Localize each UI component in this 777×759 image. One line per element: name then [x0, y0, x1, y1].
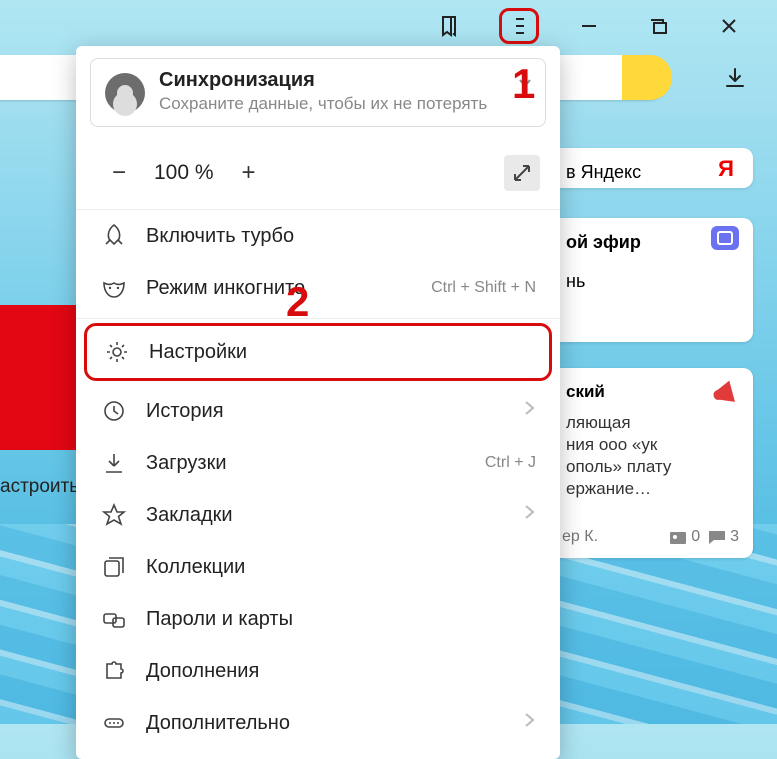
- menu-item-label: Включить турбо: [146, 225, 294, 248]
- restore-button[interactable]: [639, 8, 679, 44]
- sync-title: Синхронизация: [159, 69, 509, 92]
- menu-item-shortcut: Ctrl + J: [485, 454, 536, 472]
- menu-item-label: Коллекции: [146, 556, 245, 579]
- menu-item-puzzle[interactable]: Дополнения: [76, 645, 560, 697]
- widget-label: в Яндекс: [566, 162, 641, 182]
- zoom-in-button[interactable]: +: [236, 160, 262, 186]
- partial-text: астроить: [0, 476, 79, 498]
- menu-item-collections[interactable]: Коллекции: [76, 541, 560, 593]
- menu-item-star[interactable]: Закладки: [76, 489, 560, 541]
- red-panel: [0, 305, 80, 450]
- yandex-logo-icon: Я: [713, 156, 739, 182]
- rocket-icon: [100, 222, 128, 250]
- menu-item-clock[interactable]: История: [76, 385, 560, 437]
- main-menu-dropdown: Синхронизация Сохраните данные, чтобы их…: [76, 46, 560, 759]
- menu-item-label: Дополнительно: [146, 712, 290, 735]
- callout-2: 2: [286, 278, 309, 326]
- widget-text: нь: [566, 271, 735, 292]
- chevron-right-icon: [522, 503, 536, 527]
- sync-card[interactable]: Синхронизация Сохраните данные, чтобы их…: [90, 58, 546, 127]
- puzzle-icon: [100, 657, 128, 685]
- widget-title: ой эфир: [566, 232, 735, 253]
- window-titlebar: [0, 6, 767, 46]
- widget-yandex[interactable]: в Яндекс Я: [548, 148, 753, 188]
- menu-item-label: Настройки: [149, 341, 247, 364]
- zoom-value: 100 %: [154, 161, 214, 185]
- menu-item-shortcut: Ctrl + Shift + N: [431, 279, 536, 297]
- menu-item-label: Закладки: [146, 504, 233, 527]
- news-meta: ер К. 0 3: [562, 528, 739, 546]
- menu-item-label: Пароли и карты: [146, 608, 293, 631]
- sync-subtitle: Сохраните данные, чтобы их не потерять: [159, 94, 509, 114]
- zoom-row: − 100 % +: [76, 139, 560, 210]
- mask-icon: [100, 274, 128, 302]
- chevron-right-icon: [522, 399, 536, 423]
- more-icon: [100, 709, 128, 737]
- menu-item-label: Загрузки: [146, 452, 227, 475]
- menu-item-keys[interactable]: Пароли и карты: [76, 593, 560, 645]
- menu-item-download[interactable]: Загрузки Ctrl + J: [76, 437, 560, 489]
- menu-item-more[interactable]: Дополнительно: [76, 697, 560, 749]
- fullscreen-button[interactable]: [504, 155, 540, 191]
- widget-live[interactable]: ой эфир нь: [548, 218, 753, 342]
- comments-count: 3: [708, 528, 739, 546]
- close-button[interactable]: [709, 8, 749, 44]
- megaphone-icon: [707, 377, 744, 415]
- minimize-button[interactable]: [569, 8, 609, 44]
- news-card[interactable]: ский ляющая ния ооо «ук ополь» плату ерж…: [548, 368, 753, 558]
- downloads-toolbar-icon[interactable]: [723, 66, 747, 95]
- menu-item-mask[interactable]: Режим инкогнито Ctrl + Shift + N: [76, 262, 560, 314]
- news-author: ер К.: [562, 528, 598, 546]
- gear-icon: [103, 338, 131, 366]
- collections-icon: [100, 553, 128, 581]
- star-icon: [100, 501, 128, 529]
- chevron-right-icon: [522, 711, 536, 735]
- download-icon: [100, 449, 128, 477]
- live-icon: [711, 226, 739, 250]
- menu-item-label: Режим инкогнито: [146, 277, 305, 300]
- keys-icon: [100, 605, 128, 633]
- menu-item-label: История: [146, 400, 224, 423]
- photos-count: 0: [669, 528, 700, 546]
- bookmarks-icon[interactable]: [429, 8, 469, 44]
- zoom-out-button[interactable]: −: [106, 160, 132, 186]
- avatar-icon: [105, 73, 145, 113]
- menu-item-label: Дополнения: [146, 660, 259, 683]
- clock-icon: [100, 397, 128, 425]
- callout-1: 1: [512, 60, 535, 108]
- menu-item-gear[interactable]: Настройки: [84, 323, 552, 381]
- main-menu-button[interactable]: [499, 8, 539, 44]
- menu-item-rocket[interactable]: Включить турбо: [76, 210, 560, 262]
